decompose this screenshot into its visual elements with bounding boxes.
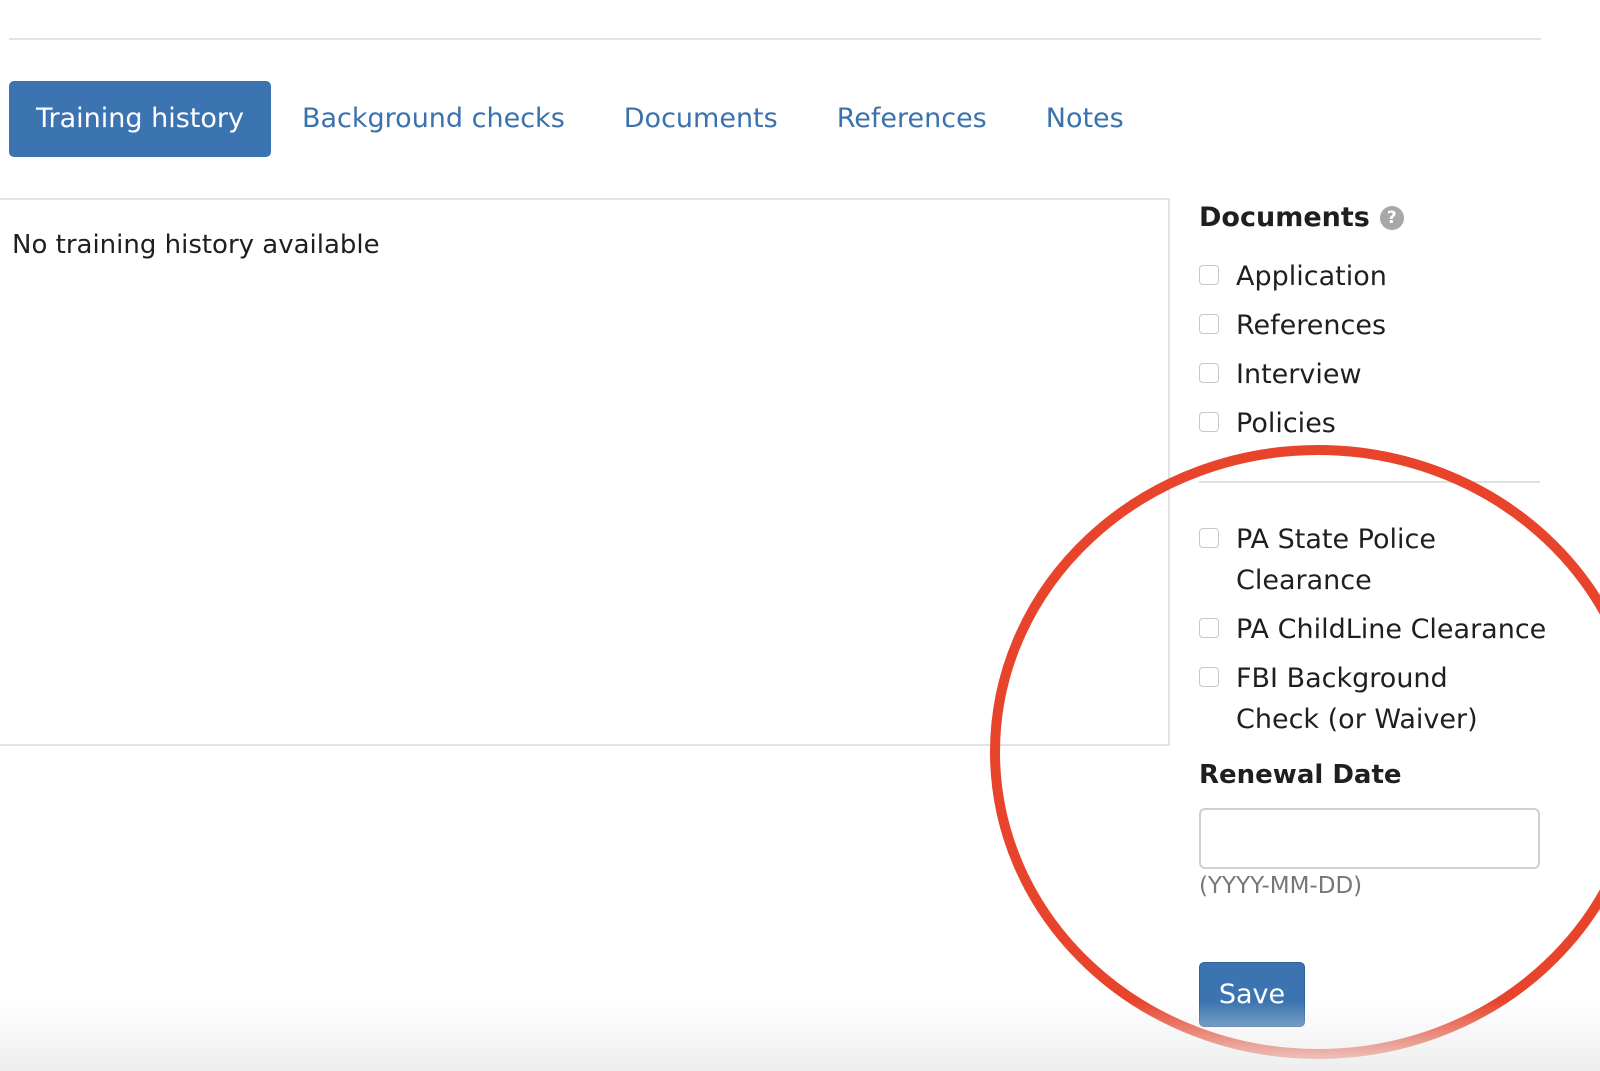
tab-references[interactable]: References	[837, 81, 987, 157]
policies-checkbox[interactable]	[1199, 412, 1219, 432]
page: Training history Background checks Docum…	[0, 0, 1600, 1071]
document-item-label: Policies	[1236, 408, 1336, 439]
bottom-fade	[0, 1001, 1600, 1071]
fbi-background-check-checkbox[interactable]	[1199, 667, 1219, 687]
document-item-interview[interactable]: Interview	[1199, 354, 1544, 395]
tab-notes[interactable]: Notes	[1046, 81, 1124, 157]
document-item-label: Application	[1236, 261, 1387, 292]
date-format-hint: (YYYY-MM-DD)	[1199, 873, 1363, 899]
tab-background-checks[interactable]: Background checks	[302, 81, 565, 157]
childline-clearance-checkbox[interactable]	[1199, 618, 1219, 638]
save-button[interactable]: Save	[1199, 962, 1305, 1027]
document-item-policies[interactable]: Policies	[1199, 403, 1544, 444]
document-item-application[interactable]: Application	[1199, 256, 1544, 297]
tab-bar: Training history Background checks Docum…	[9, 81, 1124, 157]
interview-checkbox[interactable]	[1199, 363, 1219, 383]
documents-heading: Documents ?	[1199, 202, 1404, 233]
document-item-label: Interview	[1236, 359, 1362, 390]
clearance-item-label: PA ChildLine Clearance	[1236, 614, 1547, 645]
training-history-panel: No training history available	[0, 198, 1170, 746]
empty-state-message: No training history available	[12, 230, 380, 260]
top-divider	[9, 38, 1541, 40]
renewal-date-label: Renewal Date	[1199, 760, 1402, 790]
clearance-item-state-police[interactable]: PA State Police Clearance	[1199, 519, 1544, 601]
tab-training-history[interactable]: Training history	[9, 81, 271, 157]
clearance-item-label: FBI Background Check (or Waiver)	[1236, 663, 1478, 735]
question-circle-icon[interactable]: ?	[1379, 205, 1404, 230]
sidebar-divider	[1199, 481, 1540, 483]
clearance-item-childline[interactable]: PA ChildLine Clearance	[1199, 609, 1547, 650]
document-item-label: References	[1236, 310, 1387, 341]
state-police-clearance-checkbox[interactable]	[1199, 528, 1219, 548]
documents-heading-label: Documents	[1199, 202, 1370, 233]
references-checkbox[interactable]	[1199, 314, 1219, 334]
application-checkbox[interactable]	[1199, 265, 1219, 285]
tab-documents[interactable]: Documents	[624, 81, 778, 157]
clearance-item-label: PA State Police Clearance	[1236, 524, 1436, 596]
document-item-references[interactable]: References	[1199, 305, 1544, 346]
renewal-date-input[interactable]	[1199, 808, 1540, 869]
clearance-item-fbi[interactable]: FBI Background Check (or Waiver)	[1199, 658, 1544, 740]
